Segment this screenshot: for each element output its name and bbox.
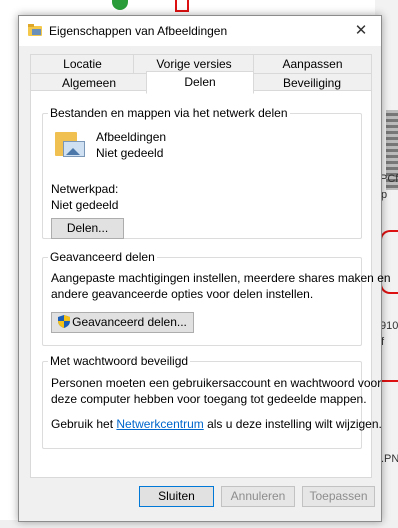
- advanced-sharing-button-label: Geavanceerd delen...: [72, 315, 187, 329]
- link-suffix: als u deze instelling wilt wijzigen.: [207, 417, 382, 431]
- desktop-file-label: 910: [380, 320, 398, 332]
- tab-locatie[interactable]: Locatie: [30, 54, 135, 75]
- network-path-value: Niet gedeeld: [51, 198, 119, 212]
- pictures-folder-icon: [55, 129, 87, 159]
- apply-button[interactable]: Toepassen: [302, 486, 375, 507]
- password-description-line1: Personen moeten een gebruikersaccount en…: [51, 376, 382, 390]
- advanced-sharing-button[interactable]: Geavanceerd delen...: [51, 312, 194, 333]
- folder-name: Afbeeldingen: [96, 130, 167, 144]
- share-button[interactable]: Delen...: [51, 218, 124, 239]
- cancel-button[interactable]: Annuleren: [221, 486, 295, 507]
- group-title: Bestanden en mappen via het netwerk dele…: [48, 106, 290, 120]
- close-button[interactable]: Sluiten: [139, 486, 214, 507]
- password-description-line2: deze computer hebben voor toegang tot ge…: [51, 392, 367, 406]
- desktop-file-label: .PN: [381, 453, 398, 465]
- tab-delen[interactable]: Delen: [146, 71, 254, 94]
- advanced-description-line2: andere geavanceerde opties voor delen in…: [51, 287, 314, 301]
- folder-icon: [28, 24, 42, 36]
- group-title: Met wachtwoord beveiligd: [48, 354, 191, 368]
- folder-share-status: Niet gedeeld: [96, 146, 164, 160]
- uac-shield-icon: [58, 315, 71, 328]
- desktop-red-shape-icon: [175, 0, 189, 12]
- properties-dialog: Eigenschappen van Afbeeldingen ✕ Locatie…: [18, 15, 391, 522]
- tab-aanpassen[interactable]: Aanpassen: [253, 54, 372, 75]
- network-center-link[interactable]: Netwerkcentrum: [116, 417, 203, 431]
- network-share-group: Bestanden en mappen via het netwerk dele…: [42, 106, 362, 239]
- close-icon[interactable]: ✕: [341, 16, 381, 46]
- window-title: Eigenschappen van Afbeeldingen: [49, 24, 228, 38]
- advanced-sharing-group: Geavanceerd delen Aangepaste machtiginge…: [42, 250, 391, 346]
- tab-panel-delen: Bestanden en mappen via het netwerk dele…: [30, 90, 391, 478]
- title-bar[interactable]: Eigenschappen van Afbeeldingen ✕: [19, 16, 381, 46]
- password-protection-group: Met wachtwoord beveiligd Personen moeten…: [42, 354, 382, 449]
- network-center-sentence: Gebruik het Netwerkcentrum als u deze in…: [51, 416, 382, 432]
- desktop-check-icon: [112, 0, 128, 10]
- network-path-label: Netwerkpad:: [51, 182, 119, 196]
- link-prefix: Gebruik het: [51, 417, 114, 431]
- group-title: Geavanceerd delen: [48, 250, 157, 264]
- advanced-description-line1: Aangepaste machtigingen instellen, meerd…: [51, 271, 391, 285]
- desktop-file-label: PCf: [380, 173, 398, 185]
